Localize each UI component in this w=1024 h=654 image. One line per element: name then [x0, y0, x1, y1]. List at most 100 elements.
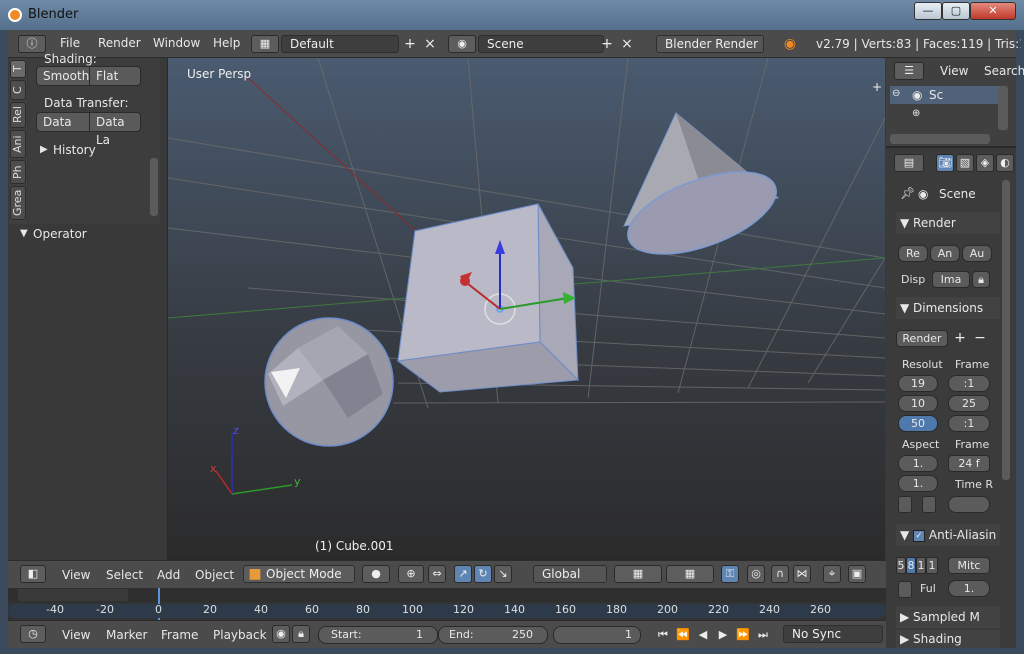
render-panel-header[interactable]: ▼ Render [896, 212, 1000, 234]
filter-size-field[interactable]: 1. [948, 580, 990, 597]
timeline-menu-frame[interactable]: Frame [161, 628, 198, 642]
jump-start-icon[interactable]: ⏮ [654, 626, 672, 644]
menu-render[interactable]: Render [98, 36, 141, 50]
rotate-manipulator-icon[interactable]: ↻ [474, 565, 492, 583]
manipulator-toggle-icon[interactable]: ⇔ [428, 565, 446, 583]
jump-keyframe-back-icon[interactable]: ⏪ [674, 626, 692, 644]
jump-end-icon[interactable]: ⏭ [754, 626, 772, 644]
expand-toggle-icon[interactable]: ⊕ [912, 108, 920, 119]
border-checkbox[interactable] [898, 496, 912, 513]
scene-icon[interactable]: ◉ [448, 35, 476, 53]
start-frame-field[interactable]: Start: 1 [318, 626, 438, 644]
add-scene-icon[interactable]: + [598, 35, 616, 53]
aspect-y-field[interactable]: 1. [898, 475, 938, 492]
remove-scene-icon[interactable]: × [618, 35, 636, 53]
snap-element-icon[interactable]: ⋈ [793, 565, 811, 583]
play-icon[interactable]: ▶ [714, 626, 732, 644]
collapse-toggle-icon[interactable]: ⊖ [892, 88, 900, 99]
3d-viewport[interactable]: User Persp (1) Cube.001 x y z + [168, 58, 885, 560]
editor-type-info-icon[interactable]: ⓘ [18, 35, 46, 53]
render-presets-select[interactable]: Render [896, 330, 948, 347]
snap-toggle-icon[interactable]: ∩ [771, 565, 789, 583]
outliner-scene-item[interactable]: Sc [929, 88, 943, 102]
auto-keying-icon[interactable]: ◉ [272, 625, 290, 643]
history-panel[interactable]: History [53, 143, 96, 157]
aspect-x-field[interactable]: 1. [898, 455, 938, 472]
editor-type-outliner-icon[interactable]: ☰ [894, 62, 924, 80]
timeline-menu-view[interactable]: View [62, 628, 90, 642]
render-engine-select[interactable]: Blender Render [656, 35, 764, 53]
menu-select[interactable]: Select [106, 568, 143, 582]
add-layout-icon[interactable]: + [401, 35, 419, 53]
timeline-editor[interactable]: -40 -20 0 20 40 60 80 100 120 140 160 18… [8, 588, 886, 620]
tab-create[interactable]: C [10, 80, 26, 100]
opengl-render-icon[interactable]: ▣ [848, 565, 866, 583]
remove-preset-icon[interactable]: − [971, 329, 989, 347]
anti-aliasing-checkbox[interactable]: ✓ [913, 529, 926, 542]
screen-layout-field[interactable]: Default [281, 35, 399, 53]
shading-panel-header[interactable]: ▶ Shading [896, 630, 1000, 648]
outliner-hscrollbar[interactable] [890, 134, 990, 144]
frame-start-field[interactable]: :1 [948, 375, 990, 392]
layers-group-2[interactable]: ▦ [666, 565, 714, 583]
timeline-scrollbar[interactable] [8, 604, 886, 618]
menu-file[interactable]: File [60, 36, 80, 50]
editor-type-timeline-icon[interactable]: ◷ [20, 625, 46, 643]
menu-window[interactable]: Window [153, 36, 200, 50]
outliner-menu-view[interactable]: View [940, 64, 968, 78]
menu-object[interactable]: Object [195, 568, 234, 582]
frame-rate-select[interactable]: 24 f [948, 455, 990, 472]
tab-grease-pencil[interactable]: Grea [10, 186, 26, 220]
scene-context-icon[interactable]: ◈ [976, 154, 994, 172]
render-preview-icon[interactable]: ⌖ [823, 565, 841, 583]
add-preset-icon[interactable]: + [951, 329, 969, 347]
timeline-menu-playback[interactable]: Playback [213, 628, 267, 642]
render-animation-button[interactable]: An [930, 245, 960, 262]
operator-collapse-icon[interactable]: ▼ [20, 228, 28, 239]
aa-samples-11[interactable]: 1 [916, 557, 926, 574]
dimensions-panel-header[interactable]: ▼ Dimensions [896, 297, 1000, 319]
expand-sidebar-icon[interactable]: + [872, 80, 882, 94]
outliner-scrollbar[interactable] [998, 86, 1008, 130]
flat-button[interactable]: Flat [89, 66, 141, 86]
viewport-shading-icon[interactable]: ● [362, 565, 390, 583]
smooth-button[interactable]: Smooth [36, 66, 90, 86]
pin-icon[interactable]: 📌︎ [900, 186, 915, 200]
play-reverse-icon[interactable]: ◀ [694, 626, 712, 644]
sync-mode-select[interactable]: No Sync [783, 625, 883, 643]
translate-manipulator-icon[interactable]: ↗ [454, 565, 472, 583]
frame-end-field[interactable]: 25 [948, 395, 990, 412]
aa-samples-16[interactable]: 1 [926, 557, 938, 574]
end-frame-field[interactable]: End: 250 [438, 626, 548, 644]
transform-orientation-select[interactable]: Global [533, 565, 607, 583]
menu-add[interactable]: Add [157, 568, 180, 582]
scene-field[interactable]: Scene [478, 35, 604, 53]
crop-checkbox[interactable] [922, 496, 936, 513]
tab-physics[interactable]: Ph [10, 160, 26, 184]
data-transfer-button[interactable]: Data [36, 112, 90, 132]
lock-interface-icon[interactable]: 🔒︎ [972, 271, 990, 288]
tab-tools[interactable]: T [10, 60, 26, 78]
lock-camera-icon[interactable]: ⚿ [721, 565, 739, 583]
data-layout-button[interactable]: Data La [89, 112, 141, 147]
remove-layout-icon[interactable]: × [421, 35, 439, 53]
close-window-button[interactable]: ✕ [970, 2, 1016, 20]
jump-keyframe-forward-icon[interactable]: ⏩ [734, 626, 752, 644]
minimize-button[interactable]: — [914, 2, 942, 20]
time-remap-field[interactable] [948, 496, 990, 513]
full-sample-checkbox[interactable] [898, 581, 912, 598]
render-context-icon[interactable]: 📷︎ [936, 154, 954, 172]
maximize-button[interactable]: ▢ [942, 2, 970, 20]
resolution-y-field[interactable]: 10 [898, 395, 938, 412]
render-audio-button[interactable]: Au [962, 245, 992, 262]
tab-relations[interactable]: Rel [10, 102, 26, 128]
editor-type-properties-icon[interactable]: ▤ [894, 154, 924, 172]
properties-scrollbar[interactable] [1002, 180, 1010, 480]
aa-samples-8[interactable]: 8 [906, 557, 916, 574]
keyframe-lock-icon[interactable]: 🔒︎ [292, 625, 310, 643]
layers-group-1[interactable]: ▦ [614, 565, 662, 583]
resolution-percent-field[interactable]: 50 [898, 415, 938, 432]
pivot-point-icon[interactable]: ⊕ [398, 565, 424, 583]
tool-shelf-scrollbar[interactable] [150, 158, 158, 216]
world-context-icon[interactable]: ◐ [996, 154, 1014, 172]
